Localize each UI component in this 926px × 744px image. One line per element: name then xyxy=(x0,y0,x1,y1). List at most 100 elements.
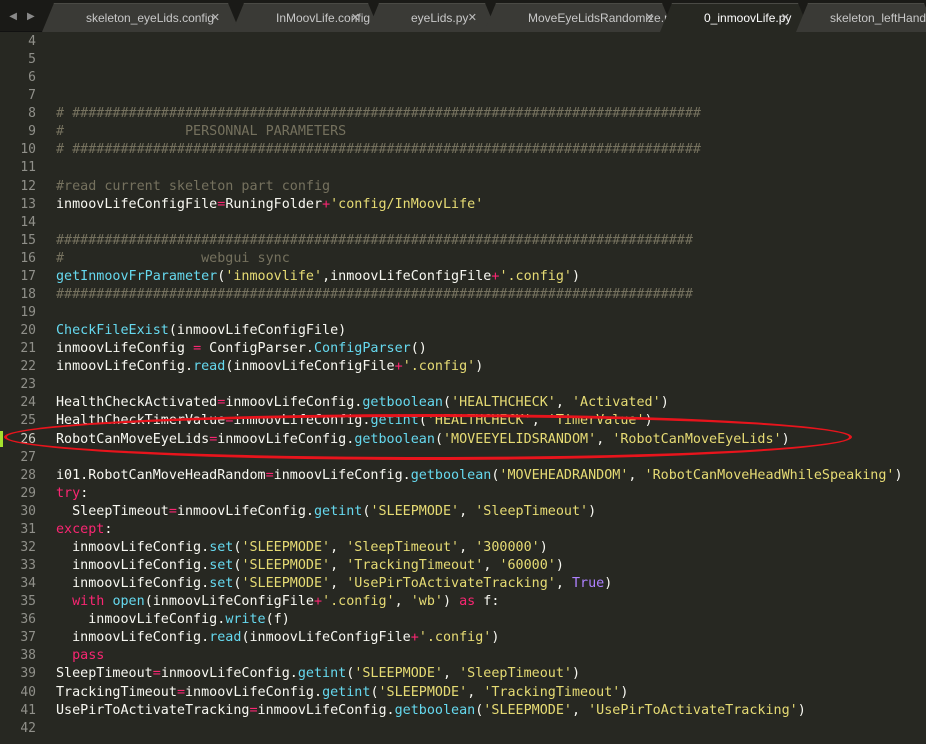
code-token: , xyxy=(531,413,548,429)
line-number: 21 xyxy=(20,341,36,357)
tab-4[interactable]: 0_inmoovLife.py ✕ xyxy=(660,3,810,32)
code-line[interactable]: 17 getInmoovFrParameter('inmoovlife',inmo… xyxy=(0,268,926,286)
code-line[interactable]: 34 inmoovLifeConfig.set('SLEEPMODE', 'Us… xyxy=(0,575,926,593)
code-token: as xyxy=(459,594,476,610)
close-icon[interactable]: ✕ xyxy=(351,11,360,24)
code-token: inmoovLifeConfig. xyxy=(56,359,194,375)
tab-0[interactable]: skeleton_eyeLids.config ✕ xyxy=(42,3,240,32)
code-line[interactable]: 41 UsePirToActivateTracking=inmoovLifeCon… xyxy=(0,702,926,720)
code-token: , xyxy=(459,539,476,555)
code-line[interactable]: 39 SleepTimeout=inmoovLifeConfig.getint('… xyxy=(0,665,926,683)
code-line[interactable]: 25 HealthCheckTimerValue=inmoovLifeConfig… xyxy=(0,412,926,430)
code-token: + xyxy=(394,359,403,375)
line-number: 34 xyxy=(20,576,36,592)
code-token: ConfigParser. xyxy=(201,341,314,357)
code-text: # webgui sync xyxy=(56,250,290,268)
nav-forward-icon[interactable]: ▶ xyxy=(27,11,35,22)
code-token: UsePirToActivateTracking xyxy=(56,702,250,718)
code-line[interactable]: 22 inmoovLifeConfig.read(inmoovLifeConfig… xyxy=(0,358,926,376)
close-icon[interactable]: ✕ xyxy=(211,11,220,24)
code-line[interactable]: 31 except: xyxy=(0,521,926,539)
line-number: 27 xyxy=(20,449,36,465)
code-line[interactable]: 21 inmoovLifeConfig = ConfigParser.Config… xyxy=(0,340,926,358)
code-line[interactable]: 28 i01.RobotCanMoveHeadRandom=inmoovLifeC… xyxy=(0,467,926,485)
code-token: 'SleepTimeout' xyxy=(475,503,589,519)
code-line[interactable]: 19 xyxy=(0,304,926,322)
tab-5[interactable]: skeleton_leftHand.co xyxy=(796,3,926,32)
code-token: SleepTimeout xyxy=(56,666,153,682)
line-number: 4 xyxy=(28,34,36,49)
code-token: inmoovLifeConfig. xyxy=(56,612,226,628)
code-line[interactable]: 7 xyxy=(0,87,926,105)
code-line[interactable]: 38 pass xyxy=(0,647,926,665)
code-token: '.config' xyxy=(322,594,395,610)
code-line[interactable]: 11 xyxy=(0,159,926,177)
code-line[interactable]: 35 with open(inmoovLifeConfigFile+'.conf… xyxy=(0,593,926,611)
code-line[interactable]: 12 #read current skeleton part config xyxy=(0,178,926,196)
code-line[interactable]: 5 xyxy=(0,51,926,69)
code-token: ( xyxy=(370,684,379,700)
code-line[interactable]: 33 inmoovLifeConfig.set('SLEEPMODE', 'Tr… xyxy=(0,557,926,575)
tab-label: 0_inmoovLife.py xyxy=(704,11,792,25)
close-icon[interactable]: ✕ xyxy=(468,11,477,24)
code-line[interactable]: 10 # ####################################… xyxy=(0,141,926,159)
tab-2[interactable]: eyeLids.py ✕ xyxy=(367,3,497,32)
tab-3[interactable]: MoveEyeLidsRandomize.py ✕ xyxy=(484,3,674,32)
code-token: = xyxy=(265,467,274,483)
line-number: 13 xyxy=(20,196,36,212)
line-number: 6 xyxy=(28,70,36,86)
line-number: 23 xyxy=(20,377,36,393)
code-editor[interactable]: 4 5 6 7 8 # #################################… xyxy=(0,32,926,744)
code-token: ) xyxy=(443,594,460,610)
code-text: # ######################################… xyxy=(56,105,701,123)
code-line[interactable]: 8 # #####################################… xyxy=(0,105,926,123)
code-token: 'RobotCanMoveEyeLids' xyxy=(612,431,782,447)
code-token: = xyxy=(152,666,161,682)
code-token: , xyxy=(467,684,484,700)
code-line[interactable]: 36 inmoovLifeConfig.write(f) xyxy=(0,611,926,629)
code-line[interactable]: 37 inmoovLifeConfig.read(inmoovLifeConfi… xyxy=(0,629,926,647)
code-line[interactable]: 6 xyxy=(0,69,926,87)
code-line[interactable]: 20 CheckFileExist(inmoovLifeConfigFile) xyxy=(0,322,926,340)
code-line[interactable]: 16 # webgui sync xyxy=(0,250,926,268)
code-line[interactable]: 4 xyxy=(0,33,926,51)
code-text: HealthCheckTimerValue=inmoovLifeConfig.g… xyxy=(56,412,653,430)
code-token: , xyxy=(596,431,613,447)
code-line[interactable]: 18 ######################################… xyxy=(0,286,926,304)
code-token: , xyxy=(330,539,347,555)
nav-back-icon[interactable]: ◀ xyxy=(9,11,17,22)
line-number: 32 xyxy=(20,539,36,555)
code-text: #read current skeleton part config xyxy=(56,178,330,196)
code-token: 'MOVEHEADRANDOM' xyxy=(499,467,629,483)
code-token: , xyxy=(443,666,460,682)
code-token: getint xyxy=(322,684,371,700)
code-line[interactable]: 13 inmoovLifeConfigFile=RuningFolder+'con… xyxy=(0,196,926,214)
code-line[interactable]: 42 xyxy=(0,720,926,738)
code-line[interactable]: 14 xyxy=(0,214,926,232)
code-line[interactable]: 40 TrackingTimeout=inmoovLifeConfig.getin… xyxy=(0,684,926,702)
code-token: ) xyxy=(660,395,669,411)
code-line[interactable]: 30 SleepTimeout=inmoovLifeConfig.getint(… xyxy=(0,503,926,521)
code-line[interactable]: 24 HealthCheckActivated=inmoovLifeConfig.… xyxy=(0,394,926,412)
code-line[interactable]: 15 ######################################… xyxy=(0,232,926,250)
code-token: = xyxy=(249,702,258,718)
close-icon[interactable]: ✕ xyxy=(781,11,790,24)
code-token: ) xyxy=(781,431,790,447)
code-token: 'SLEEPMODE' xyxy=(370,503,460,519)
code-token: inmoovLifeConfigFile xyxy=(56,196,218,212)
code-token: 'wb' xyxy=(410,594,443,610)
code-line[interactable]: 29 try: xyxy=(0,485,926,503)
code-token: '300000' xyxy=(475,539,540,555)
line-number: 17 xyxy=(20,268,36,284)
code-line[interactable]: 9 # PERSONNAL PARAMETERS xyxy=(0,123,926,141)
code-line[interactable]: 26 RobotCanMoveEyeLids=inmoovLifeConfig.g… xyxy=(0,431,926,449)
code-line[interactable]: 27 xyxy=(0,449,926,467)
code-token: pass xyxy=(72,648,105,664)
line-number: 25 xyxy=(20,413,36,429)
code-line[interactable]: 32 inmoovLifeConfig.set('SLEEPMODE', 'Sl… xyxy=(0,539,926,557)
code-token: inmoovLifeConfig. xyxy=(56,558,210,574)
code-token: '60000' xyxy=(499,558,556,574)
code-line[interactable]: 23 xyxy=(0,376,926,394)
tab-1[interactable]: InMoovLife.config ✕ xyxy=(232,3,380,32)
close-icon[interactable]: ✕ xyxy=(645,11,654,24)
